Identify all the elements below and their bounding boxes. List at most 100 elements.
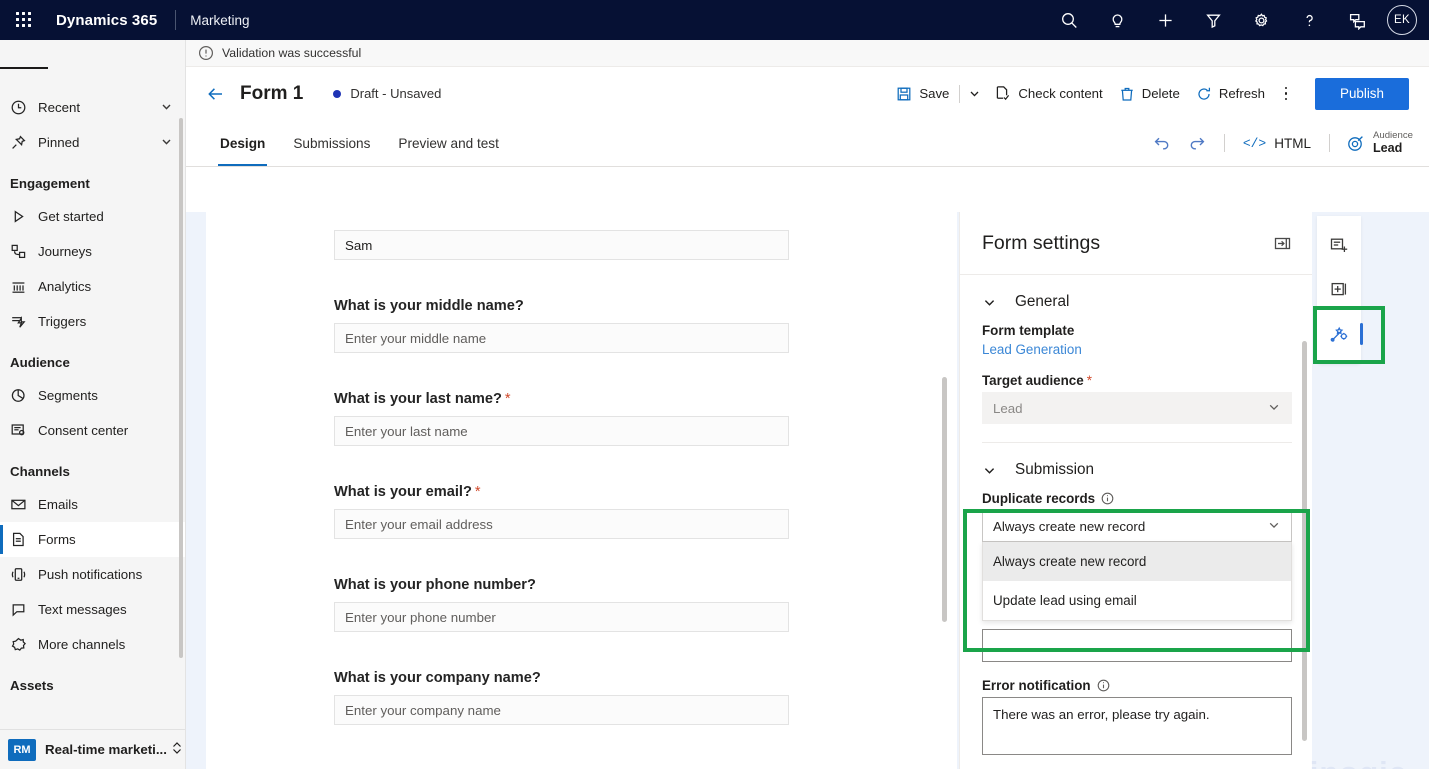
delete-button[interactable]: Delete (1111, 78, 1188, 110)
sidebar-item-text-messages[interactable]: Text messages (0, 592, 185, 627)
status-badge: Draft - Unsaved (333, 86, 441, 101)
canvas-scrollbar[interactable] (942, 377, 947, 622)
sidebar-item-journeys[interactable]: Journeys (0, 234, 185, 269)
plus-icon[interactable] (1141, 0, 1189, 40)
form-template-link[interactable]: Lead Generation (982, 342, 1292, 357)
avatar[interactable]: EK (1387, 5, 1417, 35)
feedback-icon[interactable] (1333, 0, 1381, 40)
publish-button[interactable]: Publish (1315, 77, 1409, 110)
app-area-switcher[interactable]: RM Real-time marketi... (0, 729, 185, 769)
company-input[interactable]: Enter your company name (334, 695, 789, 725)
first-name-input[interactable]: Sam (334, 230, 789, 260)
tab-design[interactable]: Design (206, 120, 279, 166)
last-name-input[interactable]: Enter your last name (334, 416, 789, 446)
app-name-label[interactable]: Marketing (190, 13, 249, 28)
success-notification-input[interactable] (982, 629, 1292, 662)
status-dot-icon (333, 89, 342, 98)
app-launcher-waffle-icon[interactable] (0, 0, 48, 40)
sidebar-item-push-notifications[interactable]: Push notifications (0, 557, 185, 592)
app-root: Dynamics 365 Marketing EK Recent Pinned … (0, 0, 1429, 769)
settings-scrollbar[interactable] (1302, 341, 1307, 741)
form-settings-wand-icon[interactable] (1319, 312, 1363, 356)
consent-icon (10, 422, 38, 439)
sidebar-item-consent-center[interactable]: Consent center (0, 413, 185, 448)
duplicate-records-select[interactable]: Always create new record (982, 510, 1292, 542)
sidebar-item-recent[interactable]: Recent (0, 90, 185, 125)
sidebar-item-get-started[interactable]: Get started (0, 199, 185, 234)
designer-canvas-area: Sam What is your middle name? Enter your… (186, 212, 1429, 769)
info-circle-icon[interactable] (1101, 492, 1114, 505)
sidebar-item-segments[interactable]: Segments (0, 378, 185, 413)
error-notification-input[interactable]: There was an error, please try again. (982, 697, 1292, 755)
duplicate-records-dropdown: Always create new record Update lead usi… (982, 542, 1292, 621)
sidebar-item-pinned[interactable]: Pinned (0, 125, 185, 160)
dropdown-option-always-create-new-record[interactable]: Always create new record (983, 542, 1291, 581)
brand-title[interactable]: Dynamics 365 (48, 12, 157, 29)
target-audience-value: Lead (993, 400, 1023, 416)
save-button[interactable]: Save (888, 78, 957, 110)
target-audience-select[interactable]: Lead (982, 392, 1292, 424)
info-circle-icon (198, 45, 214, 61)
last-name-label: What is your last name? * (334, 391, 837, 407)
form-preview-canvas: Sam What is your middle name? Enter your… (186, 212, 957, 769)
section-submission-label: Submission (1015, 461, 1095, 478)
form-settings-title: Form settings (982, 231, 1101, 254)
sidebar-scrollbar[interactable] (179, 118, 183, 658)
chevron-down-icon[interactable] (160, 100, 173, 116)
audience-value: Lead (1372, 141, 1403, 156)
check-content-button[interactable]: Check content (986, 78, 1110, 110)
nav-group-title: Audience (10, 355, 70, 370)
audience-button[interactable]: Audience Lead (1338, 125, 1421, 161)
gear-icon[interactable] (1237, 0, 1285, 40)
collapse-panel-icon[interactable] (1270, 232, 1296, 254)
sidebar-item-more-channels[interactable]: More channels (0, 627, 185, 662)
sidebar-item-label: Analytics (38, 279, 92, 294)
html-label: HTML (1274, 135, 1311, 151)
add-section-icon[interactable] (1319, 224, 1359, 268)
middle-name-input[interactable]: Enter your middle name (334, 323, 789, 353)
dropdown-option-update-lead-using-email[interactable]: Update lead using email (983, 581, 1291, 620)
refresh-button[interactable]: Refresh (1188, 78, 1273, 110)
tab-submissions[interactable]: Submissions (279, 120, 384, 166)
status-text: Draft - Unsaved (350, 86, 442, 101)
info-circle-icon[interactable] (1097, 679, 1110, 692)
error-notification-label: Error notification (982, 678, 1292, 693)
lightbulb-icon[interactable] (1093, 0, 1141, 40)
section-submission[interactable]: Submission (982, 449, 1292, 491)
chevron-down-icon[interactable] (160, 135, 173, 151)
save-options-chevron-icon[interactable] (962, 78, 986, 110)
target-audience-label-text: Target audience (982, 373, 1084, 388)
html-button[interactable]: </> HTML (1233, 127, 1321, 159)
sidebar-item-label: Forms (38, 532, 76, 547)
back-arrow-icon[interactable] (200, 78, 232, 110)
email-label: What is your email? * (334, 484, 837, 500)
form-field-company: What is your company name? Enter your co… (334, 670, 837, 725)
field-spacer (334, 456, 837, 484)
watermark: inogic (1310, 755, 1407, 769)
validation-banner: Validation was successful (186, 40, 1429, 67)
sidebar-item-emails[interactable]: Emails (0, 487, 185, 522)
sidebar-item-label: More channels (38, 637, 126, 652)
add-element-icon[interactable] (1319, 268, 1359, 312)
app-area-label: Real-time marketi... (45, 742, 167, 757)
filter-icon[interactable] (1189, 0, 1237, 40)
search-icon[interactable] (1045, 0, 1093, 40)
nav-collapse-hamburger-icon[interactable] (0, 46, 48, 90)
area-switcher-chevron-icon[interactable] (171, 740, 183, 759)
undo-icon[interactable] (1144, 127, 1180, 159)
more-commands-button[interactable] (1273, 78, 1299, 110)
redo-icon[interactable] (1180, 127, 1216, 159)
section-general[interactable]: General (982, 281, 1292, 323)
form-field-last-name: What is your last name? * Enter your last… (334, 391, 837, 446)
email-input[interactable]: Enter your email address (334, 509, 789, 539)
sidebar-item-triggers[interactable]: Triggers (0, 304, 185, 339)
sidebar-item-analytics[interactable]: Analytics (0, 269, 185, 304)
sidebar-item-forms[interactable]: Forms (0, 522, 185, 557)
phone-input[interactable]: Enter your phone number (334, 602, 789, 632)
command-bar-actions: Save Check content Delete Refresh Publis… (888, 77, 1409, 110)
help-icon[interactable] (1285, 0, 1333, 40)
sidebar-item-label: Segments (38, 388, 98, 403)
tab-preview-and-test[interactable]: Preview and test (384, 120, 513, 166)
field-label-text: What is your middle name? (334, 298, 524, 314)
tools-divider (1223, 134, 1225, 152)
